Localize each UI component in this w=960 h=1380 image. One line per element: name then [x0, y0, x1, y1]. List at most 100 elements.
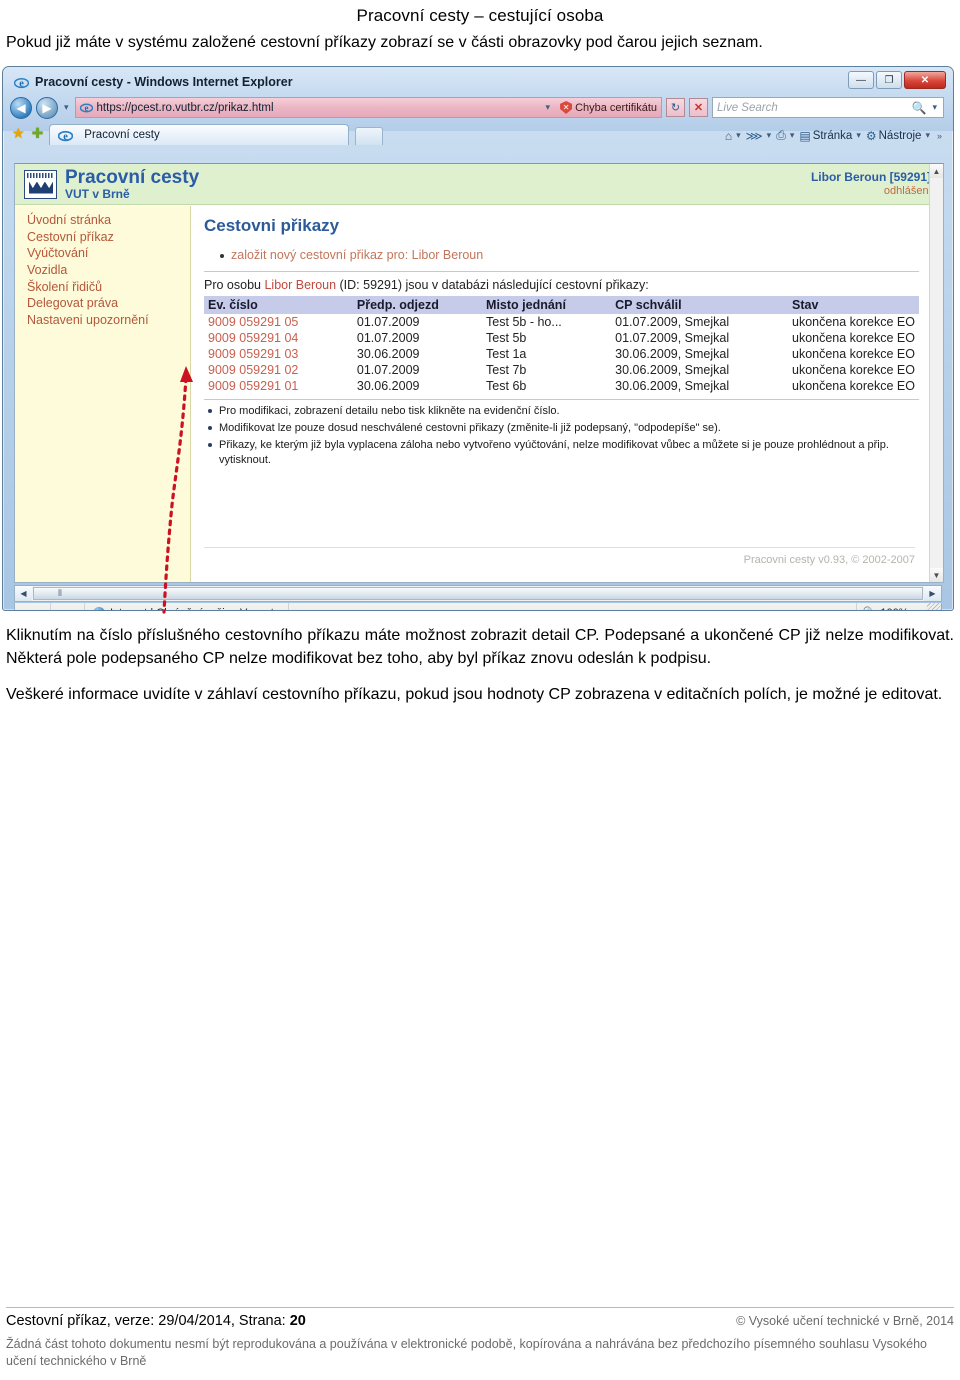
- scroll-left-arrow-icon[interactable]: ◀: [15, 586, 32, 601]
- window-title-text: Pracovní cesty - Windows Internet Explor…: [35, 75, 293, 89]
- zoom-control[interactable]: 🔍 100% ▾: [855, 603, 927, 611]
- divider: [204, 271, 919, 272]
- zoom-magnifier-icon: 🔍: [863, 606, 877, 610]
- scroll-down-arrow-icon[interactable]: ▼: [930, 568, 943, 582]
- content-heading: Cestovni přikazy: [204, 216, 340, 235]
- stop-button[interactable]: ✕: [689, 98, 708, 117]
- sidebar-item-uvodni-stranka[interactable]: Úvodní stránka: [27, 212, 190, 229]
- search-input[interactable]: Live Search 🔍 ▾: [712, 97, 944, 118]
- sidebar-item-cestovni-prikaz[interactable]: Cestovní příkaz: [27, 229, 190, 246]
- footer-page-number: 20: [289, 1313, 306, 1330]
- url-text: https://pcest.ro.vutbr.cz/prikaz.html: [96, 101, 274, 114]
- page-caret-icon[interactable]: ▾: [856, 130, 861, 141]
- page-vertical-scrollbar[interactable]: ▲ ▼: [929, 164, 943, 582]
- table-row: 9009 059291 04 01.07.2009 Test 5b 01.07.…: [204, 330, 919, 346]
- back-button[interactable]: ◀: [10, 96, 32, 119]
- orders-intro-suffix: (ID: 59291) jsou v databázi následující …: [336, 278, 649, 292]
- sidebar-item-nastaveni-upozorneni[interactable]: Nastaveni upozornění: [27, 312, 190, 329]
- app-sidebar: Úvodní stránka Cestovní příkaz Vyúčtován…: [15, 206, 191, 582]
- minimize-button[interactable]: —: [848, 71, 874, 89]
- scroll-right-arrow-icon[interactable]: ▶: [924, 586, 941, 601]
- order-departure-date: 30.06.2009: [356, 379, 420, 393]
- sidebar-item-delegovat-prava[interactable]: Delegovat práva: [27, 295, 190, 312]
- history-dropdown-icon[interactable]: ▾: [64, 102, 69, 113]
- forward-button[interactable]: ▶: [36, 96, 58, 119]
- page-horizontal-scrollbar[interactable]: ◀ ⦀ ▶: [14, 585, 942, 602]
- page-menu-button[interactable]: ▤ Stránka ▾: [799, 129, 863, 143]
- app-brand-title: Pracovní cesty: [65, 166, 200, 188]
- maximize-button[interactable]: ❐: [876, 71, 902, 89]
- logout-link[interactable]: odhlášeni: [811, 185, 931, 198]
- command-bar: ⌂ ▾ ⋙ ▾ ⎙ ▾ ▤ Stránka ▾ ⚙ Nástroje ▾ »: [725, 128, 950, 145]
- search-dropdown-icon[interactable]: ▾: [932, 102, 937, 113]
- url-dropdown-icon[interactable]: ▾: [546, 102, 551, 113]
- security-zone-indicator[interactable]: Internet | Chráněný režim: Vypnuto: [85, 603, 289, 611]
- close-button[interactable]: ✕: [904, 71, 946, 89]
- url-input[interactable]: e https://pcest.ro.vutbr.cz/prikaz.html …: [74, 97, 662, 118]
- security-zone-label: Internet | Chráněný režim: Vypnuto: [110, 607, 280, 611]
- order-status: ukončena korekce EO: [792, 379, 915, 393]
- order-number-link[interactable]: 9009 059291 01: [204, 378, 353, 394]
- address-bar: ◀ ▶ ▾ e https://pcest.ro.vutbr.cz/prikaz…: [6, 94, 950, 121]
- tools-caret-icon[interactable]: ▾: [925, 130, 930, 141]
- tools-menu-label: Nástroje: [878, 129, 922, 142]
- bullet-icon: [220, 254, 224, 258]
- tools-menu-button[interactable]: ⚙ Nástroje ▾: [866, 129, 932, 143]
- order-approver: 30.06.2009, Smejkal: [615, 379, 730, 393]
- browser-window-screenshot: e Pracovní cesty - Windows Internet Expl…: [2, 66, 954, 611]
- table-row: 9009 059291 01 30.06.2009 Test 6b 30.06.…: [204, 378, 919, 394]
- order-departure-date: 01.07.2009: [356, 331, 420, 345]
- resize-grip-icon[interactable]: [927, 603, 941, 610]
- feeds-caret-icon[interactable]: ▾: [767, 130, 772, 141]
- column-header-predp-odjezd: Předp. odjezd: [352, 296, 483, 314]
- list-item: Pro modifikaci, zobrazení detailu nebo t…: [204, 404, 919, 419]
- sidebar-item-skoleni-ridicu[interactable]: Školení řidičů: [27, 279, 190, 296]
- column-header-stav: Stav: [788, 296, 919, 314]
- order-departure-date: 01.07.2009: [356, 315, 420, 329]
- order-departure-date: 30.06.2009: [356, 347, 420, 361]
- certificate-error-indicator[interactable]: Chyba certifikátu: [556, 101, 657, 114]
- print-button[interactable]: ⎙ ▾: [776, 128, 796, 143]
- order-number-link[interactable]: 9009 059291 03: [204, 346, 353, 362]
- order-number-link[interactable]: 9009 059291 02: [204, 362, 353, 378]
- overflow-chevron-icon[interactable]: »: [937, 131, 942, 141]
- favorites-group: ★ ✚: [12, 125, 43, 145]
- search-icon[interactable]: 🔍: [912, 101, 927, 115]
- status-spacer: [289, 603, 856, 610]
- window-titlebar: e Pracovní cesty - Windows Internet Expl…: [6, 70, 950, 94]
- body-paragraph-1: Kliknutím na číslo příslušného cestovníh…: [6, 627, 954, 667]
- favorites-center-icon[interactable]: ★: [12, 125, 25, 142]
- sidebar-item-vyuctovani[interactable]: Vyúčtování: [27, 245, 190, 262]
- order-place: Test 1a: [486, 347, 527, 361]
- order-number-link[interactable]: 9009 059291 05: [204, 314, 353, 330]
- page-menu-label: Stránka: [812, 129, 853, 142]
- user-name-label: Libor Beroun [59291]: [810, 170, 931, 185]
- horizontal-scroll-thumb[interactable]: ⦀: [33, 587, 923, 600]
- zoom-level-label: 100%: [880, 607, 908, 611]
- new-order-link[interactable]: založit nový cestovní přikaz pro: Libor …: [231, 248, 483, 262]
- note-text: Modifikovat lze pouze dosud neschválené …: [219, 421, 721, 434]
- zoom-dropdown-icon[interactable]: ▾: [914, 607, 919, 610]
- home-button[interactable]: ⌂ ▾: [725, 129, 743, 143]
- sidebar-item-vozidla[interactable]: Vozidla: [27, 262, 190, 279]
- tab-label: Pracovní cesty: [84, 129, 160, 141]
- print-caret-icon[interactable]: ▾: [790, 130, 795, 141]
- tab-bar: ★ ✚ e Pracovní cesty ⌂ ▾ ⋙ ▾ ⎙ ▾ ▤ Strán…: [6, 121, 950, 145]
- vut-crown-shape: [29, 181, 53, 194]
- bullet-icon: [208, 442, 212, 447]
- add-to-favorites-icon[interactable]: ✚: [32, 125, 44, 142]
- feeds-button[interactable]: ⋙ ▾: [746, 129, 774, 143]
- footer-legal-note: Žádná část tohoto dokumentu nesmí být re…: [6, 1337, 927, 1369]
- order-number-link[interactable]: 9009 059291 04: [204, 330, 353, 346]
- refresh-button[interactable]: ↻: [666, 98, 685, 117]
- list-item: Modifikovat lze pouze dosud neschválené …: [204, 421, 919, 436]
- new-tab-button[interactable]: [355, 127, 384, 145]
- page-footer: Cestovní příkaz, verze: 29/04/2014, Stra…: [0, 1307, 960, 1380]
- scroll-up-arrow-icon[interactable]: ▲: [930, 164, 943, 178]
- intro-paragraph: Pokud již máte v systému založené cestov…: [6, 34, 763, 51]
- home-icon: ⌂: [724, 128, 733, 143]
- tab-pracovni-cesty[interactable]: e Pracovní cesty: [49, 124, 350, 145]
- list-item: Přikazy, ke kterým již byla vyplacena zá…: [204, 438, 919, 468]
- help-notes-list: Pro modifikaci, zobrazení detailu nebo t…: [204, 399, 919, 467]
- home-caret-icon[interactable]: ▾: [736, 130, 741, 141]
